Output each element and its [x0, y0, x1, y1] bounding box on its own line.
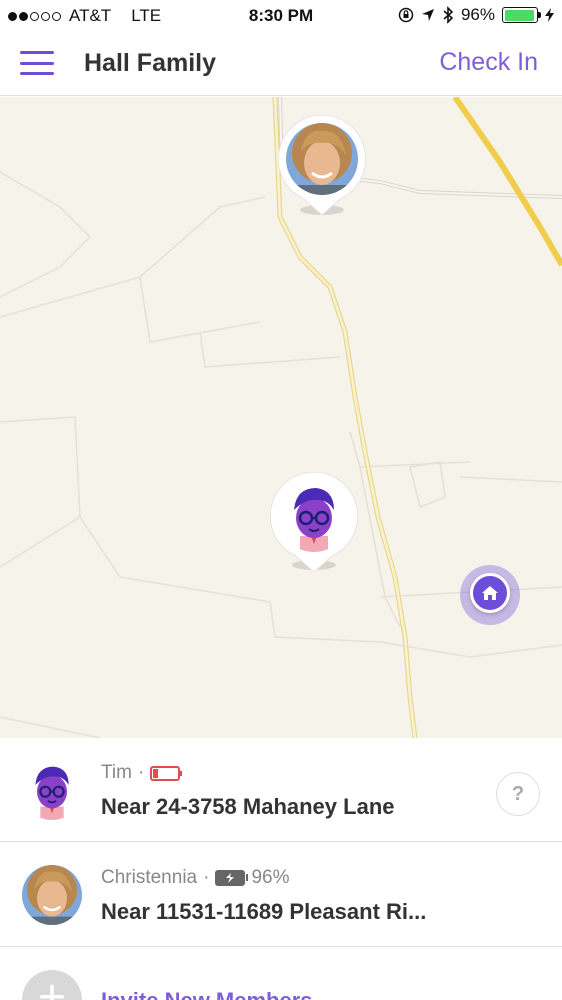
map-view[interactable]: [0, 97, 562, 738]
nav-bar: Hall Family Check In: [0, 32, 562, 96]
invite-label: Invite New Members: [101, 988, 313, 1000]
add-member-icon: +: [22, 970, 82, 1000]
member-location: Near 24-3758 Mahaney Lane: [101, 794, 395, 819]
member-row-christennia[interactable]: Christennia · 96% Near 11531-11689 Pleas…: [0, 843, 562, 947]
location-arrow-icon: [421, 9, 434, 21]
invite-members-row[interactable]: + Invite New Members: [0, 948, 562, 1000]
separator-dot: ·: [203, 867, 210, 888]
menu-icon[interactable]: [20, 51, 54, 75]
photo-avatar: [22, 865, 82, 925]
battery-percent: 96%: [460, 5, 495, 24]
status-right: 96%: [398, 5, 554, 25]
member-location: Near 11531-11689 Pleasant Ri...: [101, 899, 427, 924]
home-icon: [470, 573, 510, 613]
charging-bolt-icon: [545, 8, 554, 22]
member-pin-christennia[interactable]: [278, 115, 366, 215]
check-in-button[interactable]: Check In: [439, 48, 538, 77]
battery-charging-icon: [215, 870, 249, 886]
orientation-lock-icon: [398, 7, 414, 23]
separator-dot: ·: [137, 762, 145, 783]
page-title[interactable]: Hall Family: [84, 49, 216, 78]
member-list: Tim · Near 24-3758 Mahaney Lane ? Christ…: [0, 738, 562, 1000]
member-name-line: Tim ·: [101, 762, 183, 784]
member-name-line: Christennia · 96%: [101, 867, 289, 889]
member-row-tim[interactable]: Tim · Near 24-3758 Mahaney Lane ?: [0, 738, 562, 842]
battery-icon: [502, 7, 541, 23]
status-bar: AT&T LTE 8:30 PM 96%: [0, 0, 562, 32]
member-battery-percent: 96%: [251, 867, 290, 888]
photo-avatar: [286, 123, 358, 195]
member-pin-tim[interactable]: [270, 472, 358, 572]
battery-low-icon: [150, 765, 183, 781]
cartoon-avatar: [278, 480, 350, 552]
member-name: Christennia: [101, 867, 198, 888]
bluetooth-icon: [443, 6, 454, 24]
help-button[interactable]: ?: [496, 772, 540, 816]
home-place-marker[interactable]: [460, 565, 520, 625]
cartoon-avatar: [22, 760, 82, 820]
member-name: Tim: [101, 762, 132, 783]
